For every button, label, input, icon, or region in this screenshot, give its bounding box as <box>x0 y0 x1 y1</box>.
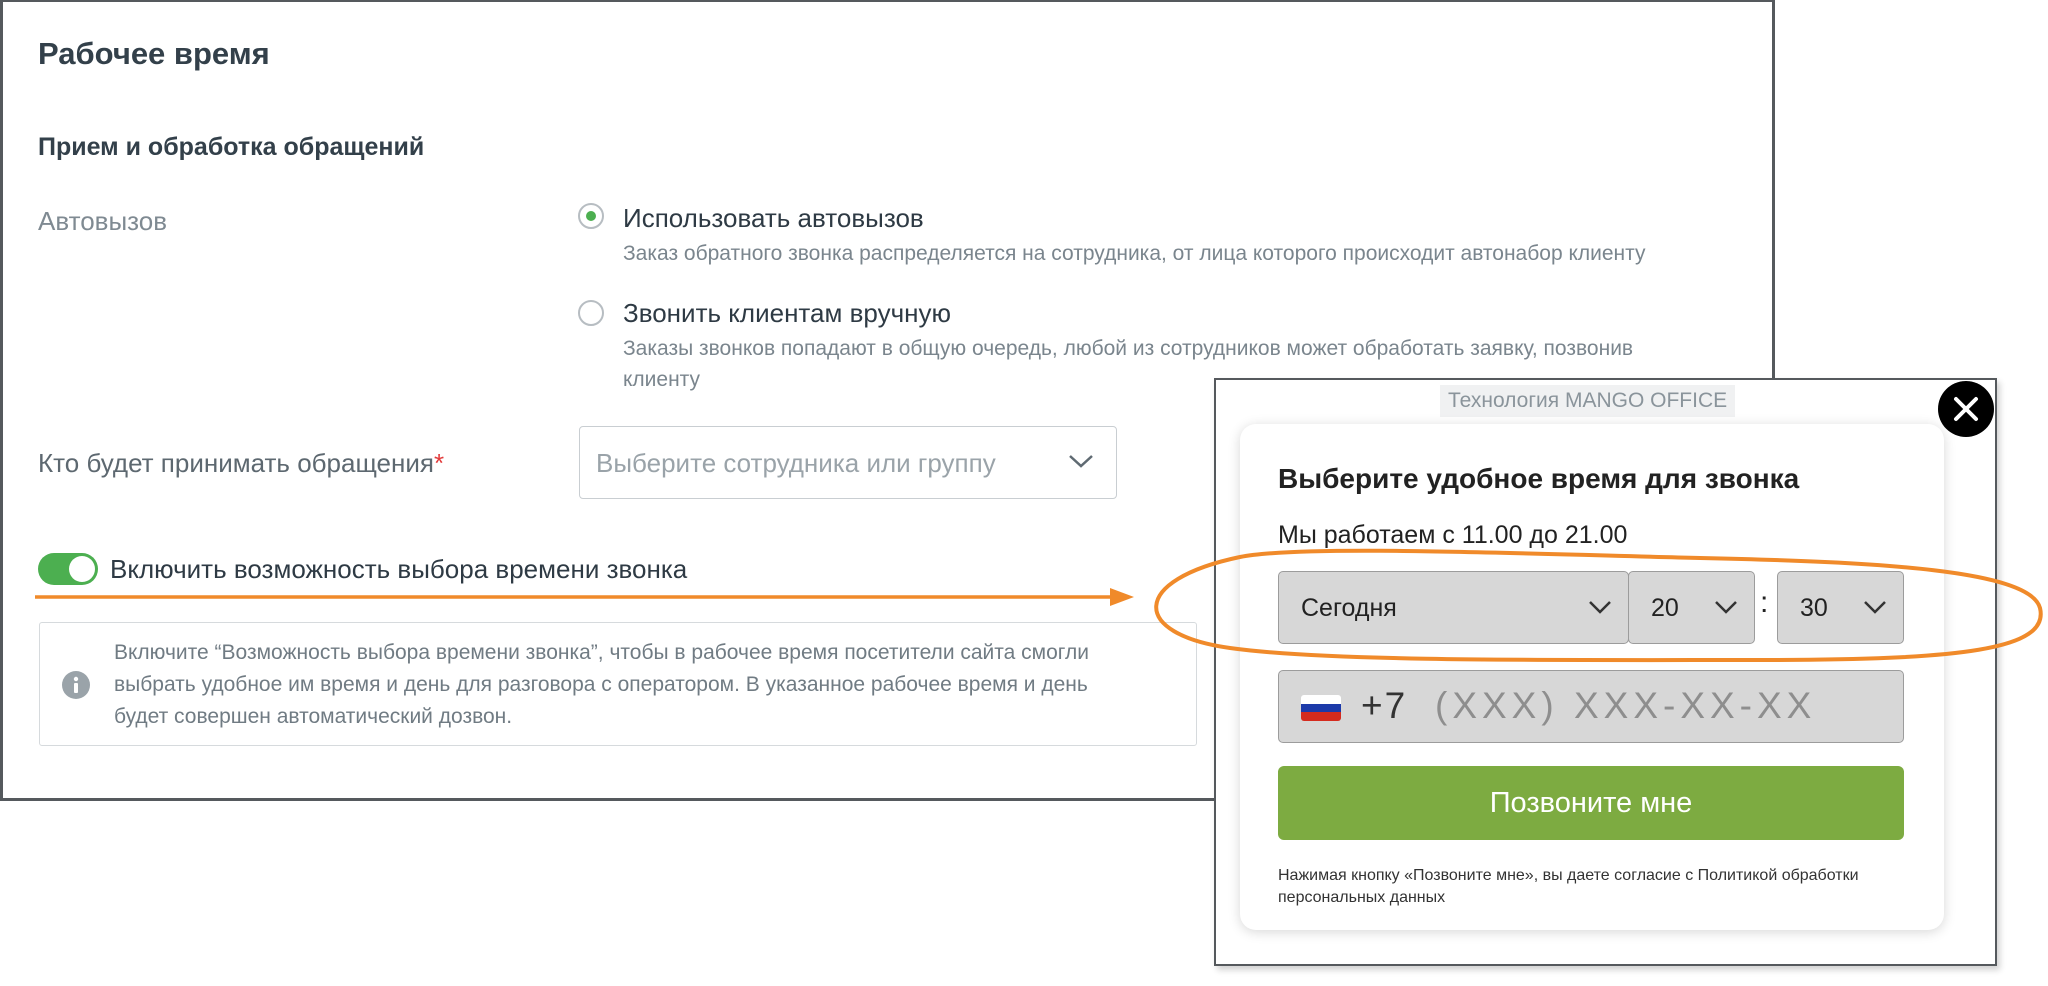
call-time-toggle-label[interactable]: Включить возможность выбора времени звон… <box>110 554 687 585</box>
radio-use-autodial-label[interactable]: Использовать автовызов <box>623 203 924 234</box>
day-select-value: Сегодня <box>1301 594 1397 622</box>
working-hours-text: Мы работаем с 11.00 до 21.00 <box>1278 521 1628 549</box>
receiver-label: Кто будет принимать обращения* <box>38 448 444 479</box>
mango-office-badge: Технология MANGO OFFICE <box>1440 385 1736 417</box>
day-select[interactable]: Сегодня <box>1278 571 1629 644</box>
phone-country-code: +7 <box>1361 685 1408 726</box>
chevron-down-icon <box>1864 601 1886 614</box>
info-icon <box>62 671 90 699</box>
info-box: Включите “Возможность выбора времени зво… <box>39 622 1197 746</box>
call-time-toggle[interactable] <box>38 553 98 585</box>
radio-manual-call-label[interactable]: Звонить клиентам вручную <box>623 298 951 329</box>
page-title: Рабочее время <box>38 36 270 71</box>
phone-input[interactable]: +7 (XXX) XXX-XX-XX <box>1278 670 1904 743</box>
minute-select-value: 30 <box>1800 594 1828 622</box>
radio-use-autodial[interactable] <box>578 203 604 229</box>
hour-select[interactable]: 20 <box>1628 571 1755 644</box>
russia-flag-icon <box>1301 695 1341 721</box>
info-text: Включите “Возможность выбора времени зво… <box>114 641 1089 728</box>
section-title: Прием и обработка обращений <box>38 133 425 161</box>
minute-select[interactable]: 30 <box>1777 571 1904 644</box>
radio-manual-call[interactable] <box>578 300 604 326</box>
receiver-label-text: Кто будет принимать обращения <box>38 448 434 478</box>
widget-title: Выберите удобное время для звонка <box>1278 463 1800 494</box>
chevron-down-icon <box>1715 601 1737 614</box>
chevron-down-icon <box>1069 455 1093 468</box>
receiver-select[interactable]: Выберите сотрудника или группу <box>579 426 1117 499</box>
call-me-button[interactable]: Позвоните мне <box>1278 766 1904 840</box>
close-icon <box>1954 397 1978 421</box>
autodial-label: Автовызов <box>38 206 168 236</box>
toggle-knob <box>69 556 95 582</box>
radio-use-autodial-description: Заказ обратного звонка распределяется на… <box>623 242 1646 265</box>
required-mark: * <box>433 448 445 478</box>
chevron-down-icon <box>1589 601 1611 614</box>
hour-select-value: 20 <box>1651 594 1679 622</box>
time-separator: : <box>1760 586 1769 619</box>
receiver-select-placeholder: Выберите сотрудника или группу <box>596 448 996 478</box>
consent-text: Нажимая кнопку «Позвоните мне», вы даете… <box>1278 867 1859 906</box>
close-button[interactable] <box>1938 381 1994 437</box>
phone-placeholder: (XXX) XXX-XX-XX <box>1435 685 1817 726</box>
